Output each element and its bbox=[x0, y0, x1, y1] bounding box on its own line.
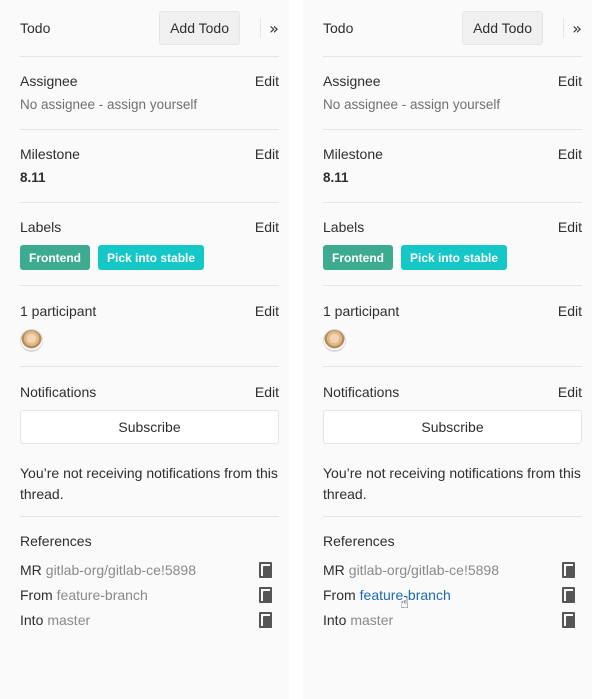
labels-list: Frontend Pick into stable bbox=[323, 245, 582, 270]
copy-icon[interactable] bbox=[562, 561, 576, 578]
pointer-hand-icon: ☝ bbox=[400, 594, 410, 612]
notifications-edit-link[interactable]: Edit bbox=[255, 384, 279, 400]
todo-actions: Add Todo » bbox=[159, 11, 279, 45]
participants-title: 1 participant bbox=[323, 303, 400, 319]
reference-mr-value: gitlab-org/gitlab-ce!5898 bbox=[348, 561, 499, 578]
milestone-title: Milestone bbox=[20, 146, 80, 162]
copy-icon[interactable] bbox=[562, 611, 576, 628]
milestone-edit-link[interactable]: Edit bbox=[558, 146, 582, 162]
milestone-block: Milestone Edit 8.11 bbox=[20, 130, 279, 203]
assign-yourself-link[interactable]: No assignee - assign yourself bbox=[20, 97, 279, 112]
assignee-block: Assignee Edit No assignee - assign yours… bbox=[20, 57, 279, 130]
todo-row: Todo Add Todo » bbox=[20, 0, 279, 57]
divider bbox=[563, 18, 564, 38]
collapse-sidebar-icon[interactable]: » bbox=[572, 19, 582, 38]
reference-mr-key: MR bbox=[20, 561, 42, 578]
milestone-title: Milestone bbox=[323, 146, 383, 162]
label-frontend[interactable]: Frontend bbox=[323, 245, 393, 270]
participants-edit-link[interactable]: Edit bbox=[255, 303, 279, 319]
assign-yourself-link[interactable]: No assignee - assign yourself bbox=[323, 97, 582, 112]
todo-title: Todo bbox=[20, 20, 51, 36]
label-pick-into-stable[interactable]: Pick into stable bbox=[401, 245, 508, 270]
reference-into-row: Into master bbox=[323, 607, 582, 632]
todo-actions: Add Todo » bbox=[462, 11, 582, 45]
add-todo-button[interactable]: Add Todo bbox=[462, 11, 543, 45]
todo-row: Todo Add Todo » bbox=[323, 0, 582, 57]
reference-from-row: From feature-branch bbox=[323, 582, 582, 607]
notifications-message: You’re not receiving notifications from … bbox=[20, 465, 278, 502]
todo-title: Todo bbox=[323, 20, 354, 36]
labels-block: Labels Edit Frontend Pick into stable bbox=[323, 203, 582, 286]
label-pick-into-stable[interactable]: Pick into stable bbox=[98, 245, 205, 270]
references-title: References bbox=[20, 533, 92, 549]
reference-into-key: Into bbox=[20, 611, 44, 628]
reference-mr-value: gitlab-org/gitlab-ce!5898 bbox=[45, 561, 196, 578]
copy-icon[interactable] bbox=[259, 611, 273, 628]
references-title: References bbox=[323, 533, 395, 549]
notifications-message: You’re not receiving notifications from … bbox=[323, 465, 581, 502]
notifications-title: Notifications bbox=[323, 384, 400, 400]
reference-into-key: Into bbox=[323, 611, 347, 628]
labels-edit-link[interactable]: Edit bbox=[558, 219, 582, 235]
copy-icon[interactable] bbox=[562, 586, 576, 603]
reference-into-value[interactable]: master bbox=[47, 612, 90, 628]
references-block: References MR gitlab-org/gitlab-ce!5898 F… bbox=[323, 517, 582, 632]
reference-from-key: From bbox=[20, 586, 53, 603]
reference-mr-key: MR bbox=[323, 561, 345, 578]
reference-from-row: From feature-branch bbox=[20, 582, 279, 607]
reference-from-key: From bbox=[323, 586, 356, 603]
reference-mr-row: MR gitlab-org/gitlab-ce!5898 bbox=[323, 557, 582, 582]
sidebar-panel-default: Todo Add Todo » Assignee Edit No assigne… bbox=[0, 0, 289, 699]
labels-list: Frontend Pick into stable bbox=[20, 245, 279, 270]
assignee-edit-link[interactable]: Edit bbox=[558, 73, 582, 89]
copy-icon[interactable] bbox=[259, 586, 273, 603]
subscribe-button[interactable]: Subscribe bbox=[323, 410, 582, 444]
milestone-block: Milestone Edit 8.11 bbox=[323, 130, 582, 203]
participants-block: 1 participant Edit bbox=[20, 286, 279, 367]
sidebar-panel-hover: Todo Add Todo » Assignee Edit No assigne… bbox=[303, 0, 592, 699]
references-block: References MR gitlab-org/gitlab-ce!5898 F… bbox=[20, 517, 279, 632]
notifications-title: Notifications bbox=[20, 384, 97, 400]
labels-title: Labels bbox=[20, 219, 62, 235]
add-todo-button[interactable]: Add Todo bbox=[159, 11, 240, 45]
assignee-title: Assignee bbox=[20, 73, 78, 89]
participants-block: 1 participant Edit bbox=[323, 286, 582, 367]
milestone-edit-link[interactable]: Edit bbox=[255, 146, 279, 162]
assignee-block: Assignee Edit No assignee - assign yours… bbox=[323, 57, 582, 130]
labels-edit-link[interactable]: Edit bbox=[255, 219, 279, 235]
notifications-block: Notifications Edit Subscribe You’re not … bbox=[20, 367, 279, 517]
milestone-value[interactable]: 8.11 bbox=[323, 170, 582, 185]
participant-avatar[interactable] bbox=[20, 329, 43, 352]
labels-title: Labels bbox=[323, 219, 365, 235]
notifications-edit-link[interactable]: Edit bbox=[558, 384, 582, 400]
collapse-sidebar-icon[interactable]: » bbox=[269, 19, 279, 38]
reference-into-value[interactable]: master bbox=[350, 612, 393, 628]
label-frontend[interactable]: Frontend bbox=[20, 245, 90, 270]
reference-mr-row: MR gitlab-org/gitlab-ce!5898 bbox=[20, 557, 279, 582]
reference-from-value[interactable]: feature-branch bbox=[57, 587, 148, 603]
participants-title: 1 participant bbox=[20, 303, 97, 319]
participants-edit-link[interactable]: Edit bbox=[558, 303, 582, 319]
participant-avatar[interactable] bbox=[323, 329, 346, 352]
assignee-title: Assignee bbox=[323, 73, 381, 89]
labels-block: Labels Edit Frontend Pick into stable bbox=[20, 203, 279, 286]
milestone-value[interactable]: 8.11 bbox=[20, 170, 279, 185]
copy-icon[interactable] bbox=[259, 561, 273, 578]
reference-into-row: Into master bbox=[20, 607, 279, 632]
divider bbox=[260, 18, 261, 38]
subscribe-button[interactable]: Subscribe bbox=[20, 410, 279, 444]
assignee-edit-link[interactable]: Edit bbox=[255, 73, 279, 89]
notifications-block: Notifications Edit Subscribe You’re not … bbox=[323, 367, 582, 517]
